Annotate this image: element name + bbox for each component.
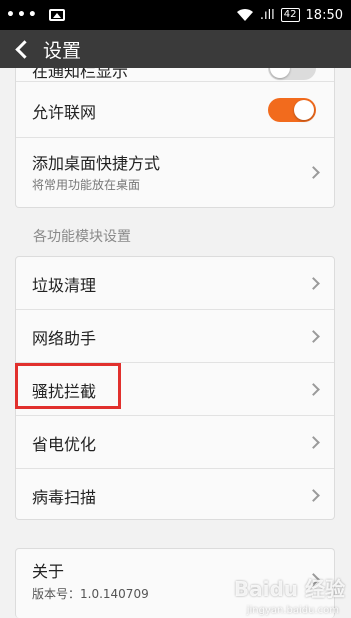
module-row-virus-scan[interactable]: 病毒扫描 [16, 469, 334, 521]
module-label: 网络助手 [32, 329, 97, 348]
baidu-watermark-site: jingyan.baidu.com [246, 605, 339, 616]
chevron-right-icon [307, 277, 320, 290]
title-bar: 设置 [0, 30, 351, 68]
image-notification-icon [48, 9, 65, 21]
clock: 18:50 [305, 7, 343, 23]
signal-icon: .ıll [259, 7, 275, 23]
show-in-notification-label: 在通知栏显示 [32, 68, 129, 81]
module-label: 病毒扫描 [32, 488, 97, 507]
chevron-right-icon [307, 489, 320, 502]
allow-network-toggle[interactable] [268, 98, 316, 122]
allow-network-label: 允许联网 [32, 103, 97, 122]
about-label: 关于 [32, 562, 65, 581]
chevron-right-icon [307, 330, 320, 343]
chevron-right-icon [307, 383, 320, 396]
highlight-box [15, 363, 121, 409]
page-title: 设置 [43, 39, 82, 62]
show-in-notification-row[interactable]: 在通知栏显示 [16, 68, 334, 82]
module-label: 垃圾清理 [32, 276, 97, 295]
module-row-network-assistant[interactable]: 网络助手 [16, 310, 334, 363]
chevron-right-icon [307, 166, 320, 179]
battery-icon: 42 [280, 8, 300, 22]
show-in-notification-toggle[interactable] [268, 68, 316, 80]
desktop-shortcut-row[interactable]: 添加桌面快捷方式 将常用功能放在桌面 [16, 138, 334, 206]
section-header: 各功能模块设置 [33, 229, 131, 245]
status-bar: ••• .ıll 42 18:50 [0, 0, 351, 30]
back-arrow-icon[interactable] [15, 39, 34, 59]
desktop-shortcut-label: 添加桌面快捷方式 [32, 154, 161, 173]
allow-network-row[interactable]: 允许联网 [16, 82, 334, 138]
module-row-junk-clean[interactable]: 垃圾清理 [16, 257, 334, 310]
notification-dots-icon: ••• [6, 7, 39, 23]
module-row-power-saving[interactable]: 省电优化 [16, 416, 334, 469]
wifi-icon [236, 8, 253, 21]
desktop-shortcut-subtitle: 将常用功能放在桌面 [32, 178, 141, 192]
general-settings-card: 在通知栏显示 允许联网 添加桌面快捷方式 将常用功能放在桌面 [15, 68, 335, 208]
version-label: 版本号：1.0.140709 [32, 587, 149, 601]
module-label: 省电优化 [32, 435, 97, 454]
chevron-right-icon [307, 436, 320, 449]
baidu-watermark-logo: Baidu 经验 [233, 577, 345, 601]
